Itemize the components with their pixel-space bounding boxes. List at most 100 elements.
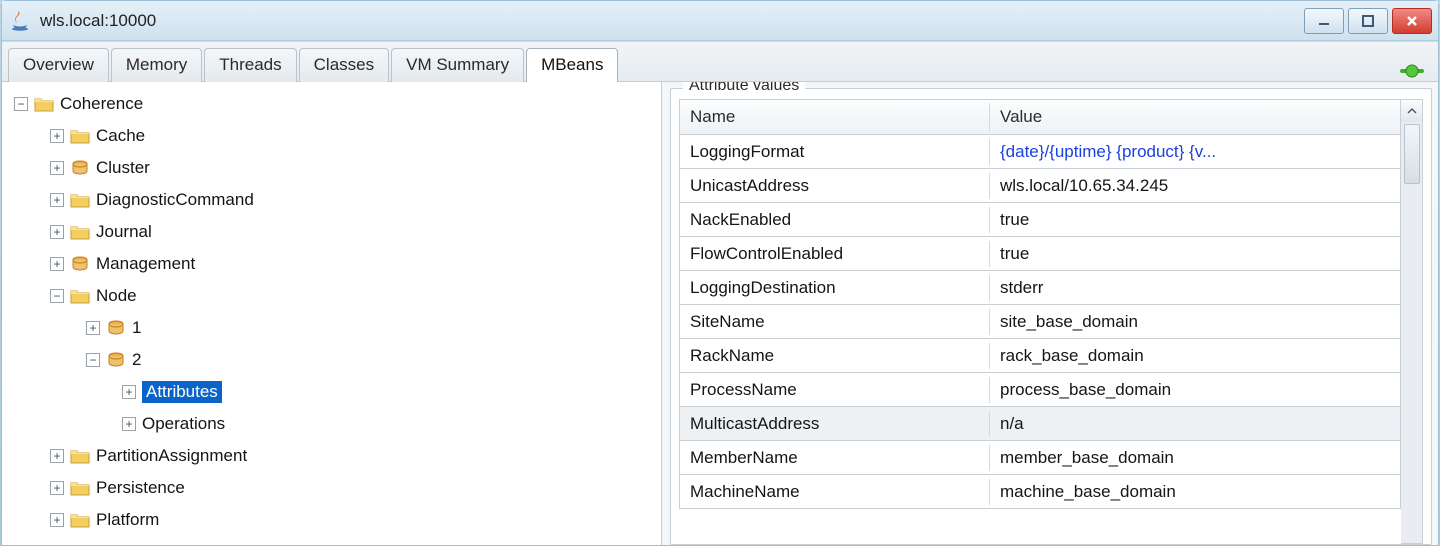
tab-memory[interactable]: Memory (111, 48, 202, 82)
attribute-panel: Attribute values Name Value LoggingForma… (662, 82, 1438, 545)
attribute-row[interactable]: RackNamerack_base_domain (679, 339, 1401, 373)
folder-icon (70, 223, 90, 241)
expand-toggle[interactable]: + (50, 129, 64, 143)
expand-toggle[interactable]: + (50, 161, 64, 175)
attribute-value: process_base_domain (990, 377, 1400, 403)
bean-icon (70, 255, 90, 273)
attribute-value: member_base_domain (990, 445, 1400, 471)
attribute-name: MemberName (680, 445, 990, 471)
folder-icon (70, 511, 90, 529)
attribute-name: LoggingDestination (680, 275, 990, 301)
tree-item-management[interactable]: Management (96, 254, 195, 274)
attribute-value: rack_base_domain (990, 343, 1400, 369)
scroll-up-button[interactable] (1401, 100, 1422, 122)
expand-toggle[interactable]: + (50, 513, 64, 527)
attribute-name: RackName (680, 343, 990, 369)
tree-node-1[interactable]: 1 (132, 318, 141, 338)
tree-node-2[interactable]: 2 (132, 350, 141, 370)
attribute-row[interactable]: LoggingDestinationstderr (679, 271, 1401, 305)
tree-item-partitionassignment[interactable]: PartitionAssignment (96, 446, 247, 466)
attribute-name: FlowControlEnabled (680, 241, 990, 267)
attribute-value: wls.local/10.65.34.245 (990, 173, 1400, 199)
attribute-name: UnicastAddress (680, 173, 990, 199)
tab-vm-summary[interactable]: VM Summary (391, 48, 524, 82)
tree-item-platform[interactable]: Platform (96, 510, 159, 530)
expand-toggle[interactable]: + (50, 257, 64, 271)
folder-icon (70, 127, 90, 145)
expand-toggle[interactable]: + (50, 481, 64, 495)
attribute-name: SiteName (680, 309, 990, 335)
expand-toggle[interactable]: + (50, 193, 64, 207)
tree-item-persistence[interactable]: Persistence (96, 478, 185, 498)
expand-toggle[interactable]: + (50, 225, 64, 239)
jconsole-window: wls.local:10000 Overview Memory Threads … (1, 0, 1439, 546)
java-icon (8, 9, 32, 33)
tree-item-cache[interactable]: Cache (96, 126, 145, 146)
tab-bar: Overview Memory Threads Classes VM Summa… (2, 42, 1438, 82)
attribute-row[interactable]: FlowControlEnabledtrue (679, 237, 1401, 271)
expand-toggle[interactable]: + (50, 449, 64, 463)
window-title: wls.local:10000 (40, 11, 156, 31)
tree-leaf-attributes[interactable]: Attributes (142, 381, 222, 403)
attribute-name: LoggingFormat (680, 139, 990, 165)
maximize-button[interactable] (1348, 8, 1388, 34)
attribute-name: ProcessName (680, 377, 990, 403)
attribute-row[interactable]: ProcessNameprocess_base_domain (679, 373, 1401, 407)
attribute-row[interactable]: NackEnabledtrue (679, 203, 1401, 237)
attribute-values-legend: Attribute values (683, 82, 805, 95)
attribute-value: n/a (990, 411, 1400, 437)
bean-icon (106, 351, 126, 369)
attribute-value: machine_base_domain (990, 479, 1400, 505)
attribute-row[interactable]: MachineNamemachine_base_domain (679, 475, 1401, 509)
scroll-thumb[interactable] (1404, 124, 1420, 184)
attribute-name: NackEnabled (680, 207, 990, 233)
attribute-row[interactable]: MemberNamemember_base_domain (679, 441, 1401, 475)
table-scrollbar[interactable] (1401, 99, 1423, 544)
tree-item-diagnosticcommand[interactable]: DiagnosticCommand (96, 190, 254, 210)
tree-root-label[interactable]: Coherence (60, 94, 143, 114)
tab-threads[interactable]: Threads (204, 48, 296, 82)
tree-item-journal[interactable]: Journal (96, 222, 152, 242)
attribute-value: true (990, 241, 1400, 267)
tab-overview[interactable]: Overview (8, 48, 109, 82)
tree-item-cluster[interactable]: Cluster (96, 158, 150, 178)
attribute-value: true (990, 207, 1400, 233)
column-name[interactable]: Name (680, 103, 990, 131)
tab-classes[interactable]: Classes (299, 48, 389, 82)
attribute-name: MulticastAddress (680, 411, 990, 437)
expand-toggle[interactable]: + (122, 385, 136, 399)
expand-toggle[interactable]: + (122, 417, 136, 431)
attribute-row[interactable]: MulticastAddressn/a (679, 407, 1401, 441)
mbean-tree[interactable]: − Coherence + Cache + Cluster + DiagnosticCom… (2, 82, 662, 545)
expand-toggle[interactable]: − (86, 353, 100, 367)
attribute-table-header: Name Value (679, 99, 1401, 135)
folder-icon (70, 447, 90, 465)
column-value[interactable]: Value (990, 103, 1400, 131)
bean-icon (106, 319, 126, 337)
expand-toggle[interactable]: + (86, 321, 100, 335)
minimize-button[interactable] (1304, 8, 1344, 34)
connection-status-icon (1398, 61, 1426, 81)
attribute-name: MachineName (680, 479, 990, 505)
tab-mbeans[interactable]: MBeans (526, 48, 618, 82)
attribute-row[interactable]: SiteNamesite_base_domain (679, 305, 1401, 339)
attribute-value: stderr (990, 275, 1400, 301)
folder-icon (34, 95, 54, 113)
client-area: Overview Memory Threads Classes VM Summa… (2, 41, 1438, 545)
folder-icon (70, 287, 90, 305)
expand-toggle[interactable]: − (14, 97, 28, 111)
attribute-values-fieldset: Attribute values Name Value LoggingForma… (670, 88, 1432, 545)
folder-icon (70, 479, 90, 497)
attribute-value: site_base_domain (990, 309, 1400, 335)
attribute-row[interactable]: LoggingFormat{date}/{uptime} {product} {… (679, 135, 1401, 169)
tree-item-node[interactable]: Node (96, 286, 137, 306)
attribute-value[interactable]: {date}/{uptime} {product} {v... (990, 139, 1400, 165)
bean-icon (70, 159, 90, 177)
close-button[interactable] (1392, 8, 1432, 34)
content-area: − Coherence + Cache + Cluster + DiagnosticCom… (2, 82, 1438, 545)
folder-icon (70, 191, 90, 209)
tree-leaf-operations[interactable]: Operations (142, 414, 225, 434)
titlebar[interactable]: wls.local:10000 (2, 1, 1438, 41)
expand-toggle[interactable]: − (50, 289, 64, 303)
attribute-row[interactable]: UnicastAddresswls.local/10.65.34.245 (679, 169, 1401, 203)
